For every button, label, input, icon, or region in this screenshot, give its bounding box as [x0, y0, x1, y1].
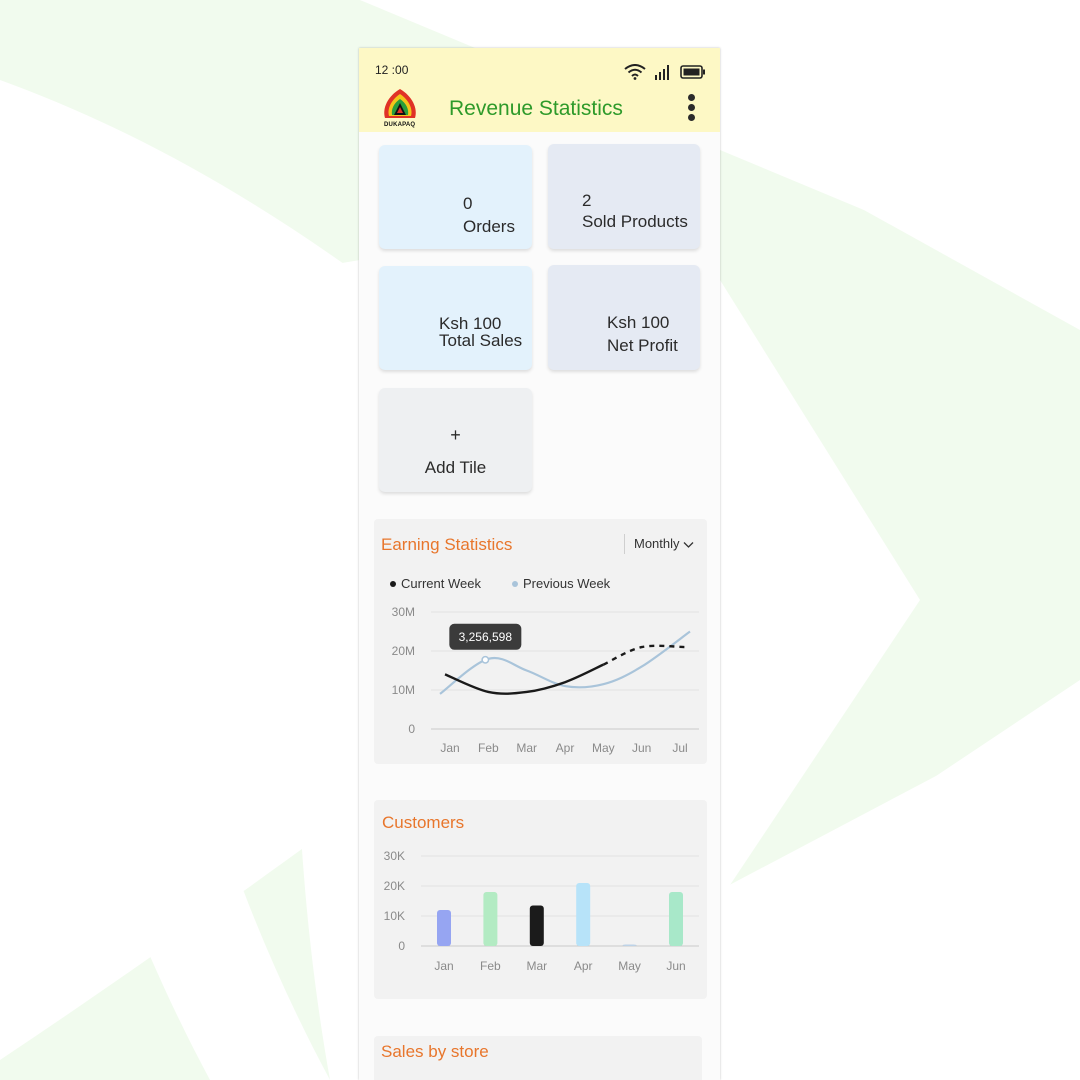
y-tick-label: 20M [392, 644, 415, 658]
tooltip-value: 3,256,598 [459, 630, 513, 644]
bar-jan [437, 910, 451, 946]
sold-products-tile[interactable]: 2 Sold Products [548, 144, 700, 249]
logo-text: DUKAPAQ [384, 122, 416, 128]
add-tile-label: Add Tile [424, 458, 487, 477]
series-line-current-week-projection [602, 644, 686, 666]
orders-label: Orders [463, 217, 515, 236]
plus-icon: + [450, 425, 461, 445]
x-tick-label: May [618, 959, 641, 973]
sold-products-label: Sold Products [582, 212, 688, 231]
sales-by-store-card: Sales by store [374, 1036, 702, 1080]
earning-line-chart: 0 10M 20M 30M Jan Feb Mar Apr May Jun Jul 3,256,598 [392, 605, 699, 755]
x-tick-label: Mar [516, 741, 537, 755]
y-tick-label: 10K [384, 909, 405, 923]
customers-bar-chart: 0 10K 20K 30K Jan Feb Mar Apr May Jun [384, 849, 699, 973]
total-sales-tile[interactable]: Ksh 100 Total Sales [379, 266, 532, 370]
x-tick-label: Apr [574, 959, 593, 973]
data-point-marker [481, 655, 490, 664]
orders-tile[interactable]: 0 Orders [379, 145, 532, 249]
total-sales-label: Total Sales [439, 331, 523, 350]
sales-by-store-title: Sales by store [381, 1042, 489, 1061]
bar-mar [529, 905, 544, 946]
y-tick-label: 30K [384, 849, 405, 863]
orders-value: 0 [463, 194, 473, 213]
net-profit-tile[interactable]: Ksh 100 Net Profit [548, 265, 700, 370]
y-tick-label: 20K [384, 879, 405, 893]
y-tick-label: 0 [398, 939, 405, 953]
y-tick-label: 30M [392, 605, 415, 619]
signal-icon [655, 65, 669, 80]
app-header: 12 :00 DUKAPAQ Revenue Statistics [359, 48, 720, 132]
add-tile-button[interactable]: + Add Tile [379, 388, 532, 492]
status-time: 12 :00 [375, 63, 409, 77]
x-tick-label: Mar [526, 959, 547, 973]
phone-screen: 12 :00 DUKAPAQ Revenue Statistics 0 Orde… [359, 48, 720, 1080]
bar-feb [483, 892, 498, 946]
x-tick-label: Jan [434, 959, 453, 973]
x-tick-label: Jan [440, 741, 459, 755]
bar-jun [669, 892, 683, 946]
bar-apr [576, 883, 591, 946]
y-tick-label: 0 [408, 722, 415, 736]
x-tick-label: Feb [480, 959, 501, 973]
net-profit-label: Net Profit [607, 336, 678, 355]
customers-card: Customers 0 10K 20K 30K Jan Feb Mar Apr May Jun [374, 800, 707, 999]
x-tick-label: Apr [556, 741, 575, 755]
page-title: Revenue Statistics [449, 97, 623, 120]
battery-icon [680, 65, 705, 79]
x-tick-label: Jul [672, 741, 687, 755]
earning-statistics-card: Earning Statistics Monthly Current Week … [374, 519, 707, 764]
x-tick-label: Feb [478, 741, 499, 755]
wifi-icon [624, 64, 646, 80]
sold-products-value: 2 [582, 191, 592, 210]
net-profit-value: Ksh 100 [607, 313, 670, 332]
y-tick-label: 10M [392, 683, 415, 697]
status-icons [624, 64, 706, 80]
x-tick-label: Jun [666, 959, 685, 973]
more-vertical-icon[interactable] [687, 94, 697, 122]
x-tick-label: May [592, 741, 615, 755]
bar-may [622, 944, 637, 946]
x-tick-label: Jun [632, 741, 651, 755]
